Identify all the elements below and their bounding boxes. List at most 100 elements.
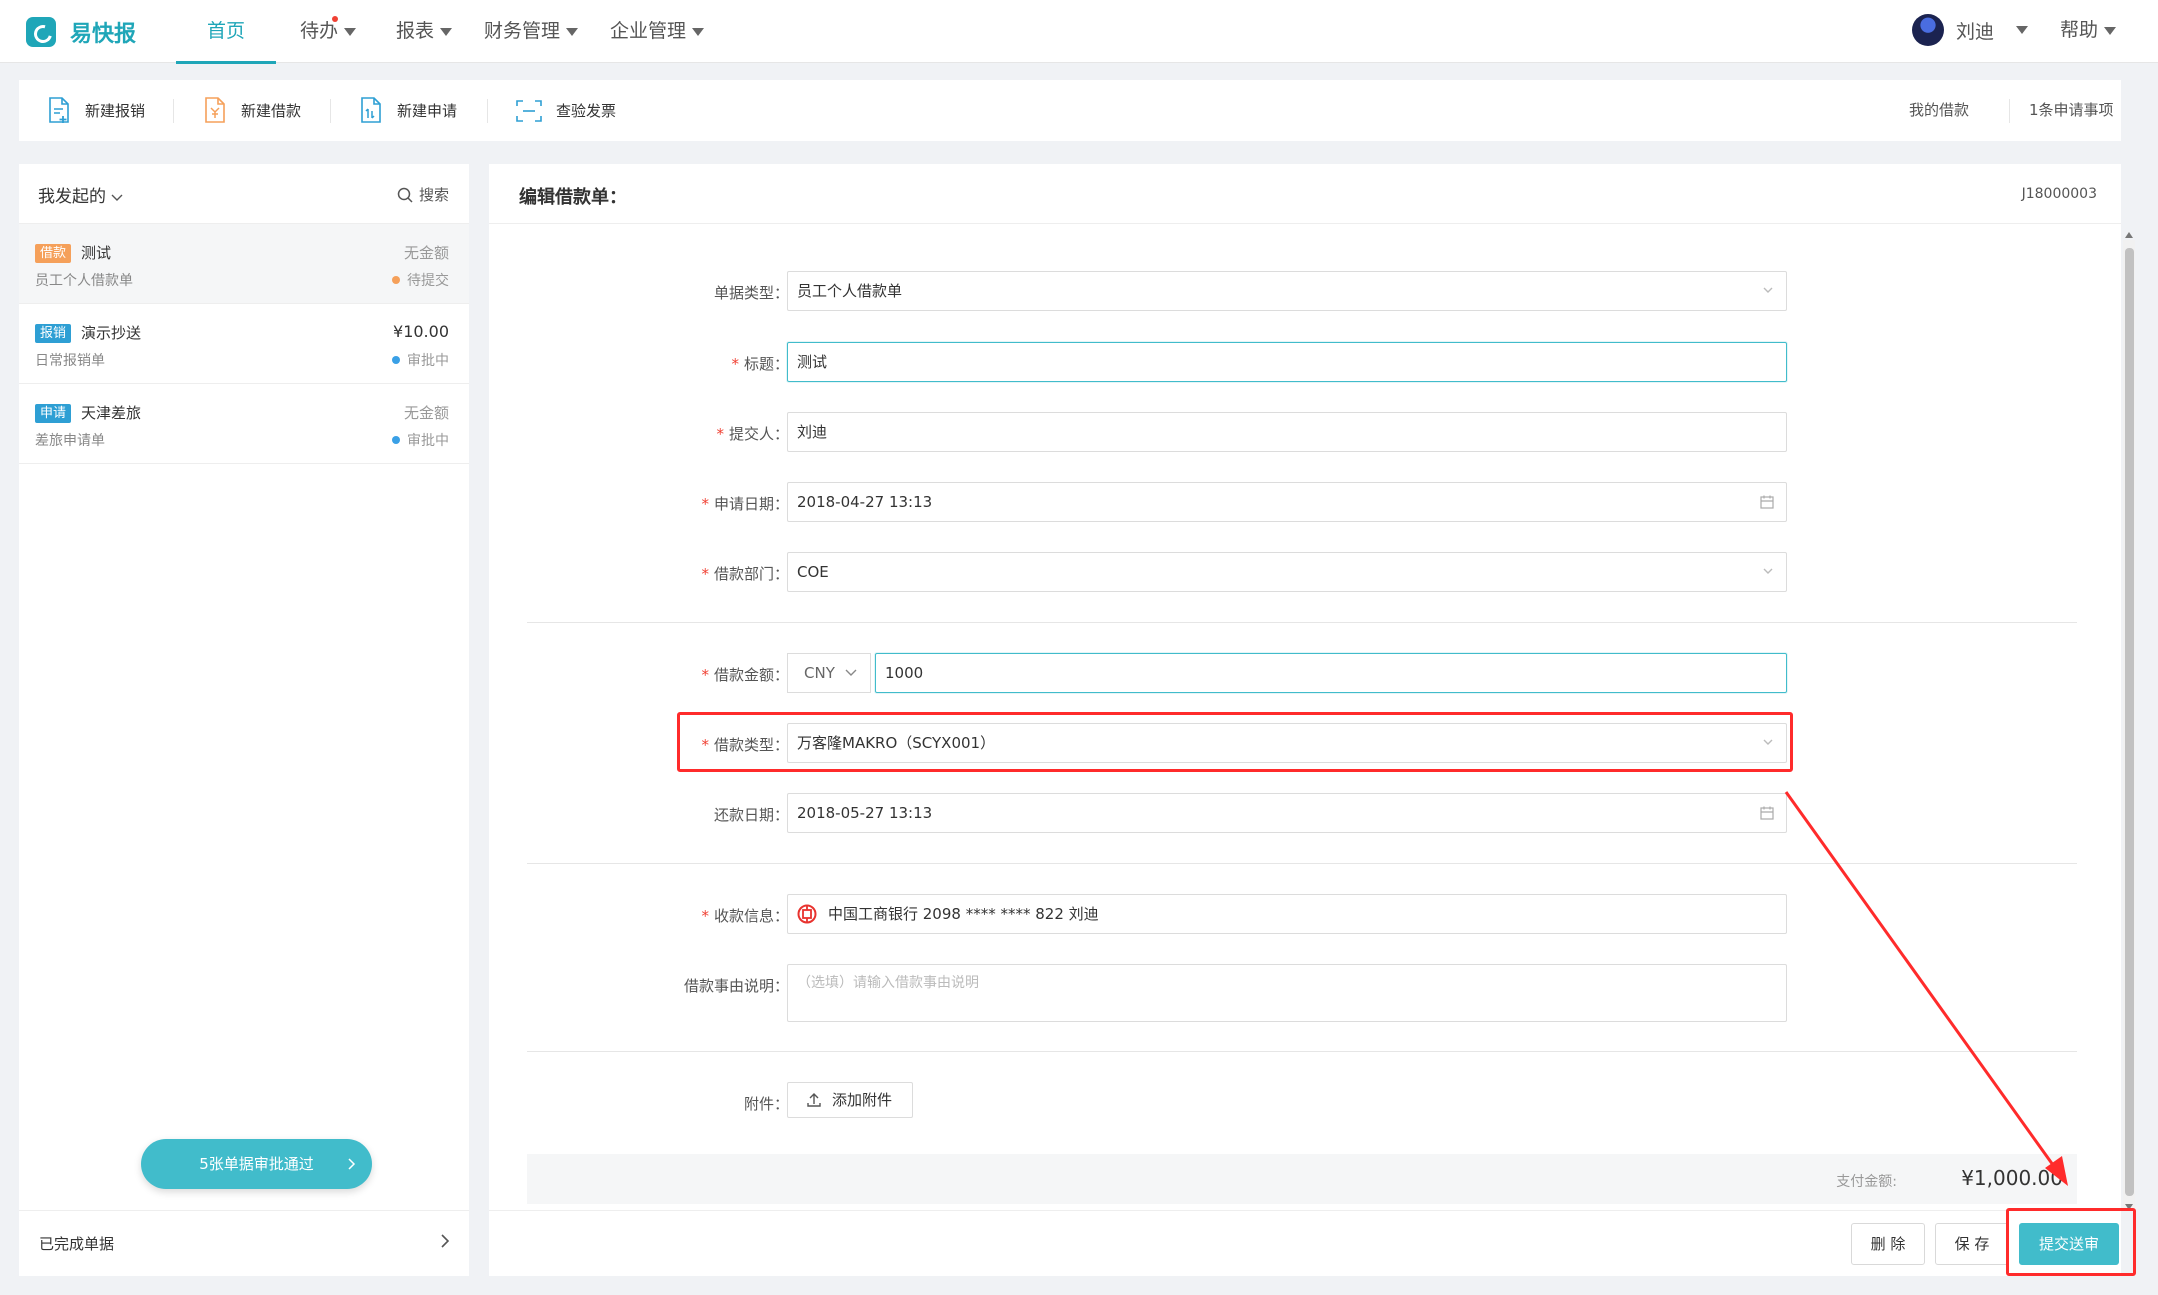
chevron-right-icon: [348, 1158, 356, 1170]
title-label: * 标题：: [489, 353, 789, 374]
my-loans-link[interactable]: 我的借款: [1909, 80, 1969, 141]
form-title: 编辑借款单：: [519, 187, 627, 208]
quick-action-bar: 新建报销 新建借款 新建申请 查验发票 我的借款 1条申请事项: [19, 80, 2121, 141]
title-input[interactable]: 测试: [787, 342, 1787, 382]
nav-enterprise-label: 企业管理: [610, 20, 687, 42]
department-select[interactable]: COE: [787, 552, 1787, 592]
chevron-down-icon: [1763, 287, 1773, 293]
document-type: 差旅申请单: [35, 433, 105, 449]
verify-invoice-button[interactable]: 查验发票: [516, 80, 616, 141]
submitter-label-text: 提交人：: [728, 425, 789, 443]
status-badge: 待提交: [392, 270, 449, 290]
amount-input[interactable]: 1000: [875, 653, 1787, 693]
section-divider: [527, 863, 2077, 864]
document-amount: ¥10.00: [393, 322, 449, 341]
chevron-down-icon: [1763, 568, 1773, 574]
scroll-up-arrow[interactable]: [2125, 232, 2133, 238]
currency-select[interactable]: CNY: [787, 653, 871, 693]
search-button[interactable]: 搜索: [397, 184, 449, 205]
form-footer: 删 除 保 存 提交送审: [489, 1210, 2121, 1276]
chevron-right-icon: [441, 1234, 450, 1248]
completed-documents-link[interactable]: 已完成单据: [19, 1210, 469, 1276]
nav-reports[interactable]: 报表: [380, 0, 476, 63]
annotation-box-submit: [2006, 1208, 2136, 1276]
document-type: 日常报销单: [35, 353, 105, 369]
loan-doc-icon: [205, 96, 225, 123]
divider: [330, 99, 331, 123]
document-list-item[interactable]: 申请 天津差旅 差旅申请单 无金额 审批中: [19, 384, 469, 464]
status-text: 审批中: [407, 353, 449, 369]
doc-type-label-text: 单据类型：: [713, 284, 789, 302]
amount-value: 1000: [885, 664, 924, 682]
top-navbar: 易快报 首页 待办 报表 财务管理 企业管理 刘迪 帮助: [0, 0, 2158, 64]
notification-dot: [332, 16, 338, 22]
new-request-button[interactable]: 新建申请: [359, 80, 457, 141]
panel-header: 我发起的 搜索: [19, 164, 469, 224]
chevron-down-icon: [111, 194, 123, 201]
reason-label: 借款事由说明：: [489, 975, 789, 996]
attachment-label: 附件：: [489, 1093, 789, 1114]
status-badge: 审批中: [392, 350, 449, 370]
pending-requests-link[interactable]: 1条申请事项: [2029, 80, 2114, 141]
search-label: 搜索: [418, 186, 449, 204]
document-title: 演示抄送: [81, 324, 142, 342]
reason-placeholder: （选填）请输入借款事由说明: [797, 975, 979, 991]
filter-dropdown[interactable]: 我发起的: [38, 182, 123, 207]
section-divider: [527, 1051, 2077, 1052]
attachment-label-text: 附件：: [743, 1095, 789, 1113]
document-list-item[interactable]: 借款 测试 员工个人借款单 无金额 待提交: [19, 224, 469, 304]
approved-notice-button[interactable]: 5张单据审批通过: [141, 1139, 372, 1189]
help-menu[interactable]: 帮助: [2060, 14, 2117, 46]
status-badge: 审批中: [392, 430, 449, 450]
nav-enterprise[interactable]: 企业管理: [602, 0, 728, 63]
calendar-icon: [1760, 806, 1774, 820]
user-name: 刘迪: [1956, 20, 1995, 43]
currency-value: CNY: [804, 664, 835, 682]
scrollbar-thumb[interactable]: [2125, 248, 2134, 1196]
chevron-down-icon: [344, 27, 357, 36]
nav-home[interactable]: 首页: [176, 0, 276, 64]
amount-label: * 借款金额：: [489, 664, 789, 685]
approved-notice-label: 5张单据审批通过: [199, 1155, 314, 1173]
nav-todo[interactable]: 待办: [276, 0, 380, 63]
divider: [2009, 99, 2010, 123]
required-mark: *: [701, 495, 709, 513]
logo-icon: [26, 17, 56, 47]
type-tag: 报销: [35, 324, 72, 343]
required-mark: *: [701, 565, 709, 583]
save-button[interactable]: 保 存: [1935, 1223, 2009, 1265]
reason-label-text: 借款事由说明：: [683, 977, 789, 995]
divider: [173, 99, 174, 123]
type-tag: 申请: [35, 404, 72, 423]
repay-date-picker[interactable]: 2018-05-27 13:13: [787, 793, 1787, 833]
apply-date-label: * 申请日期：: [489, 493, 789, 514]
scan-icon: [516, 99, 542, 122]
new-loan-button[interactable]: 新建借款: [203, 80, 301, 141]
payee-value: 中国工商银行 2098 **** **** 822 刘迪: [828, 905, 1099, 923]
help-label: 帮助: [2060, 19, 2099, 41]
filter-label: 我发起的: [38, 187, 106, 207]
user-menu[interactable]: 刘迪: [1912, 14, 2029, 46]
doc-type-label: 单据类型：: [489, 282, 789, 303]
document-number: J18000003: [2021, 186, 2097, 202]
submitter-field[interactable]: 刘迪: [787, 412, 1787, 452]
chevron-down-icon: [845, 669, 857, 676]
status-dot: [392, 436, 400, 444]
app-logo[interactable]: 易快报: [26, 16, 136, 48]
payee-account-select[interactable]: 中国工商银行 2098 **** **** 822 刘迪: [787, 894, 1787, 934]
reason-textarea[interactable]: （选填）请输入借款事由说明: [787, 964, 1787, 1022]
type-tag: 借款: [35, 244, 72, 263]
save-label: 保 存: [1954, 1235, 1990, 1253]
doc-type-select[interactable]: 员工个人借款单: [787, 271, 1787, 311]
submitter-value: 刘迪: [797, 423, 828, 441]
apply-date-picker[interactable]: 2018-04-27 13:13: [787, 482, 1787, 522]
delete-button[interactable]: 删 除: [1851, 1223, 1925, 1265]
repay-date-label: 还款日期：: [489, 804, 789, 825]
required-mark: *: [716, 425, 724, 443]
nav-finance[interactable]: 财务管理: [476, 0, 602, 63]
document-list-item[interactable]: 报销 演示抄送 日常报销单 ¥10.00 审批中: [19, 304, 469, 384]
new-expense-button[interactable]: 新建报销: [47, 80, 145, 141]
document-amount: 无金额: [403, 404, 449, 422]
required-mark: *: [701, 666, 709, 684]
add-attachment-button[interactable]: 添加附件: [787, 1082, 913, 1118]
